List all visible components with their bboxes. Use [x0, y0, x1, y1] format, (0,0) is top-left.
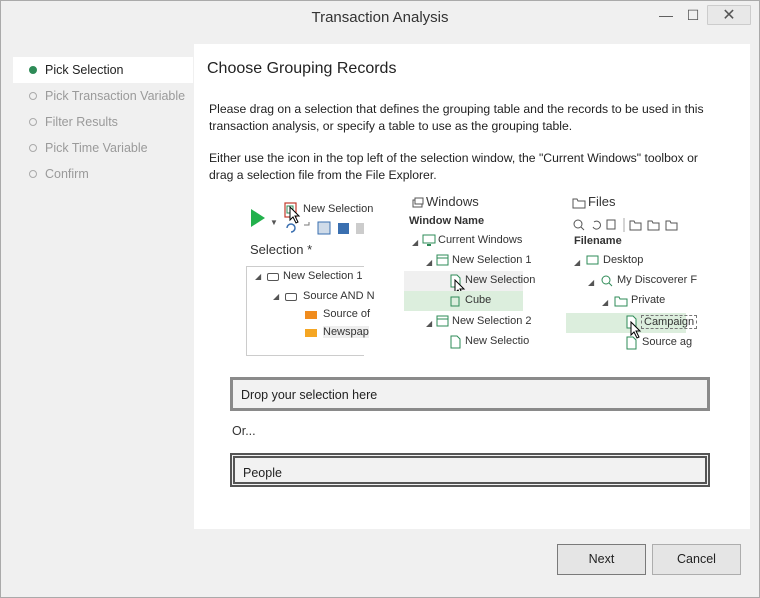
tree-item: New Selection 1	[452, 254, 532, 266]
step-pick-selection[interactable]: Pick Selection	[13, 57, 193, 83]
main-panel: Choose Grouping Records Please drag on a…	[194, 44, 750, 529]
window-name-header: Window Name	[409, 215, 485, 227]
step-label: Pick Transaction Variable	[45, 89, 186, 103]
step-pick-time-variable[interactable]: Pick Time Variable	[13, 135, 193, 161]
step-label: Pick Time Variable	[45, 141, 148, 155]
expand-icon: ◢	[588, 278, 595, 287]
step-filter-results[interactable]: Filter Results	[13, 109, 193, 135]
window-icon	[436, 254, 449, 266]
tree-item: New Selection	[465, 274, 536, 286]
tree-item: Desktop	[603, 254, 644, 266]
window-title: Transaction Analysis	[311, 9, 449, 26]
step-dot-icon	[29, 92, 37, 100]
step-dot-icon	[29, 170, 37, 178]
or-label: Or...	[232, 424, 256, 438]
expand-icon: ◢	[255, 272, 262, 281]
windows-title: Windows	[426, 194, 479, 209]
step-label: Filter Results	[45, 115, 118, 129]
instructions-paragraph-1: Please drag on a selection that defines …	[209, 102, 704, 133]
rect-icon	[285, 293, 297, 301]
tree-item: New Selection 2	[452, 315, 532, 327]
title-bar: Transaction Analysis — ☐ ✕	[1, 1, 759, 33]
folder-icon	[572, 198, 586, 209]
expand-icon: ◢	[426, 319, 433, 328]
expand-icon: ◢	[574, 258, 581, 267]
expand-icon: ◢	[273, 292, 280, 301]
step-confirm[interactable]: Confirm	[13, 161, 193, 187]
step-label: Pick Selection	[45, 63, 124, 77]
monitor-icon	[422, 234, 436, 246]
drop-selection-target[interactable]: Drop your selection here	[230, 377, 710, 411]
step-label: Confirm	[45, 167, 89, 181]
tree-item: My Discoverer F	[617, 274, 698, 286]
play-icon	[251, 209, 265, 227]
tree-item: Source ag	[642, 336, 693, 348]
step-pick-transaction-variable[interactable]: Pick Transaction Variable	[13, 83, 193, 109]
tree-item: Source of	[323, 308, 371, 320]
window-icon	[436, 315, 449, 327]
document-icon	[450, 335, 461, 349]
grouping-table-field[interactable]: People	[230, 453, 710, 487]
grouping-table-value: People	[243, 466, 282, 480]
dropdown-arrow-icon: ▼	[270, 218, 278, 227]
highlight	[404, 291, 523, 311]
file-toolbar-icons	[573, 218, 678, 232]
close-button[interactable]: ✕	[707, 5, 751, 25]
cube-icon	[450, 296, 460, 307]
tree-item: Newspap	[323, 326, 369, 338]
drop-placeholder: Drop your selection here	[241, 388, 378, 402]
tree-item: New Selectio	[465, 335, 530, 347]
instructions-paragraph-2: Either use the icon in the top left of t…	[209, 151, 698, 182]
selection-tree-box: ◢ New Selection 1 ◢ Source AND N Source …	[246, 266, 375, 356]
document-icon	[626, 336, 637, 350]
step-dot-icon	[29, 118, 37, 126]
rect-icon	[267, 273, 279, 281]
tree-item: Source AND N	[303, 290, 375, 302]
minimize-button[interactable]: —	[653, 5, 679, 25]
expand-icon: ◢	[412, 238, 419, 247]
page-title: Choose Grouping Records	[207, 60, 397, 77]
search-folder-icon	[601, 275, 613, 287]
transaction-analysis-window: Transaction Analysis — ☐ ✕ Pick Selectio…	[0, 0, 760, 598]
orange-block-icon	[305, 311, 317, 319]
mouse-cursor-icon	[289, 206, 301, 224]
expand-icon: ◢	[602, 298, 609, 307]
instruction-illustration: ▼ New Selection Selection * ◢ New Select…	[246, 194, 716, 364]
step-dot-icon	[29, 144, 37, 152]
step-active-dot-icon	[29, 66, 37, 74]
maximize-button[interactable]: ☐	[680, 5, 706, 25]
windows-icon	[412, 197, 424, 208]
new-selection-label: New Selection	[303, 203, 374, 215]
desktop-icon	[586, 255, 599, 265]
tree-item: New Selection 1	[283, 270, 363, 282]
tree-item: Campaign	[641, 315, 698, 329]
files-title: Files	[588, 194, 616, 209]
badge-icon	[305, 329, 317, 337]
folder-icon	[614, 296, 628, 307]
wizard-steps: Pick Selection Pick Transaction Variable…	[13, 57, 193, 187]
tree-item: Current Windows	[438, 234, 523, 246]
next-button[interactable]: Next	[557, 544, 646, 575]
tree-item: Cube	[465, 294, 492, 306]
tree-item: Private	[631, 294, 666, 306]
expand-icon: ◢	[426, 258, 433, 267]
selection-label: Selection *	[250, 242, 313, 257]
filename-header: Filename	[574, 235, 622, 247]
cancel-button[interactable]: Cancel	[652, 544, 741, 575]
